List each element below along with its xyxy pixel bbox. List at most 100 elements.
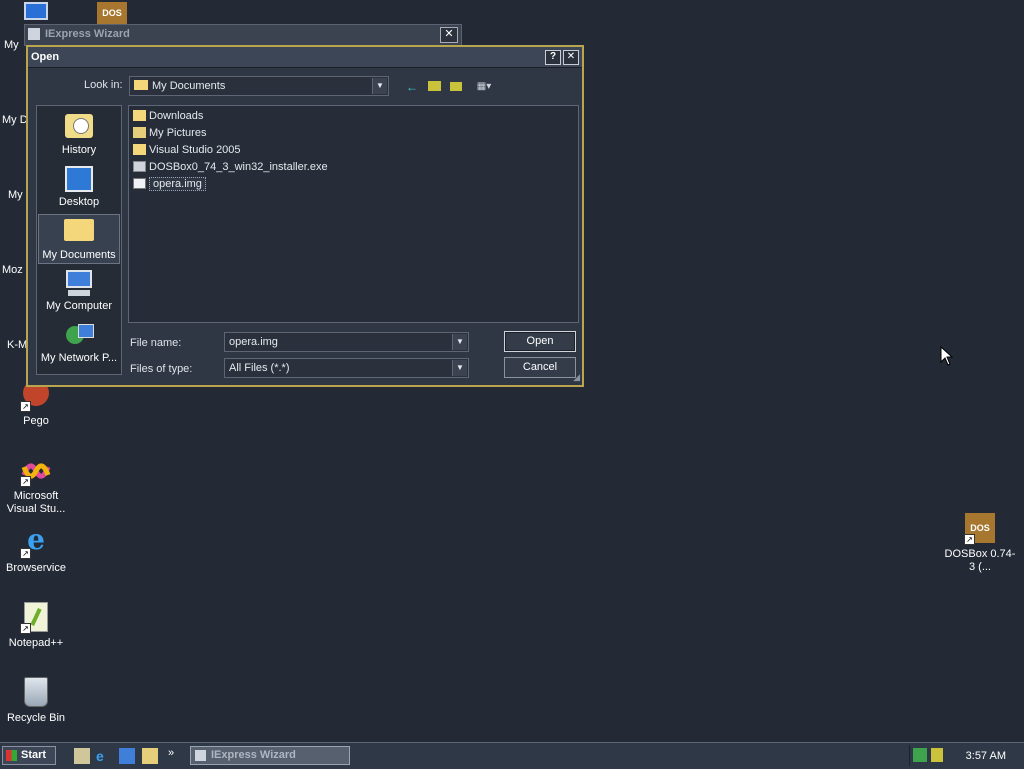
place-label: My Computer [45,300,113,312]
resize-grip-icon[interactable]: ◢ [573,372,580,383]
new-folder-icon[interactable] [448,80,464,94]
file-list[interactable]: Downloads My Pictures Visual Studio 2005… [128,105,579,323]
start-label: Start [21,749,47,761]
my-computer-icon [64,270,94,298]
network-tray-icon[interactable] [913,748,927,762]
desktop-icon-pego[interactable]: ↗ Pego [0,380,72,428]
look-in-label: Look in: [84,79,123,91]
place-label: History [61,144,97,156]
taskbar: Start e » IExpress Wizard 3:57 AM [0,742,1024,769]
dosbox-icon: DOS ↗ [964,513,996,545]
desktop-icon-visual-studio[interactable]: ↗ Microsoft Visual Stu... [0,455,72,516]
list-item[interactable]: opera.img [133,176,206,192]
network-icon [64,322,94,350]
desktop-icon-label: Microsoft Visual Stu... [6,490,66,515]
close-button[interactable]: ✕ [563,50,579,65]
dialog-titlebar[interactable]: Open ? ✕ [28,47,582,68]
explorer-icon[interactable] [142,748,158,764]
desktop-label-my-computer[interactable]: My [4,39,19,51]
outlook-icon[interactable] [119,748,135,764]
list-item[interactable]: DOSBox0_74_3_win32_installer.exe [133,159,328,175]
place-desktop[interactable]: Desktop [38,162,120,212]
folder-icon [133,144,146,155]
shortcut-arrow-icon: ↗ [20,548,31,559]
shortcut-arrow-icon: ↗ [20,623,31,634]
back-icon[interactable]: ← [404,80,420,94]
places-bar: History Desktop My Documents My Computer [36,105,122,375]
look-in-value: My Documents [152,80,226,92]
files-of-type-label: Files of type: [130,363,193,375]
list-item[interactable]: My Pictures [133,125,206,141]
windows-logo-icon [6,750,17,761]
place-my-computer[interactable]: My Computer [38,266,120,316]
desktop-icon-browservice[interactable]: e ↗ Browservice [0,526,72,575]
start-button[interactable]: Start [2,746,56,765]
place-label: Desktop [58,196,100,208]
system-tray: 3:57 AM [909,745,1024,766]
help-button[interactable]: ? [545,50,561,65]
shortcut-arrow-icon: ↗ [20,476,31,487]
iexpress-icon [195,750,206,761]
notepadpp-icon: ↗ [20,602,52,634]
pictures-folder-icon [133,127,146,138]
desktop-label-my-network[interactable]: My [8,189,23,201]
recycle-bin-icon [20,677,52,709]
place-label: My Documents [42,249,116,261]
shortcut-arrow-icon: ↗ [964,534,975,545]
desktop-label-k-meleon[interactable]: K-M [7,339,27,351]
desktop-icon-recycle-bin[interactable]: Recycle Bin [0,677,72,725]
desktop-icon [64,166,94,194]
file-name-label: File name: [130,337,182,349]
file-name-field[interactable]: opera.img ▼ [224,332,469,352]
my-documents-icon [64,219,94,247]
task-label: IExpress Wizard [211,749,296,761]
cancel-button[interactable]: Cancel [504,357,576,378]
iexpress-icon [28,28,40,40]
place-history[interactable]: History [38,110,120,160]
place-label: My Network P... [40,352,118,364]
files-of-type-value: All Files (*.*) [229,362,290,374]
show-desktop-icon[interactable] [74,748,90,764]
list-item[interactable]: Downloads [133,108,203,124]
my-computer-icon[interactable] [24,2,48,20]
chevron-down-icon[interactable]: ▼ [372,78,387,94]
desktop-icon-label: Notepad++ [8,637,64,649]
folder-icon [133,110,146,121]
list-item[interactable]: Visual Studio 2005 [133,142,241,158]
installer-icon [133,161,146,172]
tray-app-icon[interactable] [931,748,943,762]
desktop-icon-label: Recycle Bin [6,712,66,724]
dosbox-icon[interactable]: DOS [97,2,127,24]
my-documents-icon [134,80,148,90]
look-in-dropdown[interactable]: My Documents ▼ [129,76,389,96]
up-folder-icon[interactable] [426,80,442,94]
open-dialog[interactable]: Open ? ✕ Look in: My Documents ▼ ← ▦▾ Hi… [26,45,584,387]
file-name-value: opera.img [229,336,278,348]
chevron-down-icon[interactable]: ▼ [452,360,467,376]
internet-explorer-icon[interactable]: e [96,748,112,764]
iexpress-wizard-window[interactable]: IExpress Wizard ✕ [24,24,462,46]
desktop-icon-label: Browservice [6,562,66,574]
shortcut-arrow-icon: ↗ [20,401,31,412]
chevron-down-icon[interactable]: ▼ [452,334,467,350]
open-button[interactable]: Open [504,331,576,352]
internet-explorer-icon: e ↗ [20,526,52,559]
place-my-network[interactable]: My Network P... [38,318,120,368]
desktop-icon-label: DOSBox 0.74-3 (... [944,548,1016,573]
mouse-cursor-icon [940,346,954,366]
clock[interactable]: 3:57 AM [966,750,1006,762]
files-of-type-dropdown[interactable]: All Files (*.*) ▼ [224,358,469,378]
dialog-title: Open [31,51,60,63]
history-icon [64,114,94,142]
place-my-documents[interactable]: My Documents [38,214,120,264]
desktop-icon-label: Pego [23,415,49,427]
task-iexpress-wizard[interactable]: IExpress Wizard [190,746,350,765]
quick-launch-more[interactable]: » [168,747,174,759]
window-title: IExpress Wizard [45,28,130,40]
desktop-icon-dosbox[interactable]: DOS ↗ DOSBox 0.74-3 (... [944,513,1016,574]
desktop-label-mozilla[interactable]: Moz [2,264,23,276]
desktop-label-my-documents[interactable]: My D [2,114,28,126]
close-button[interactable]: ✕ [440,27,458,43]
view-menu-icon[interactable]: ▦▾ [472,80,496,94]
desktop-icon-notepadpp[interactable]: ↗ Notepad++ [0,602,72,650]
